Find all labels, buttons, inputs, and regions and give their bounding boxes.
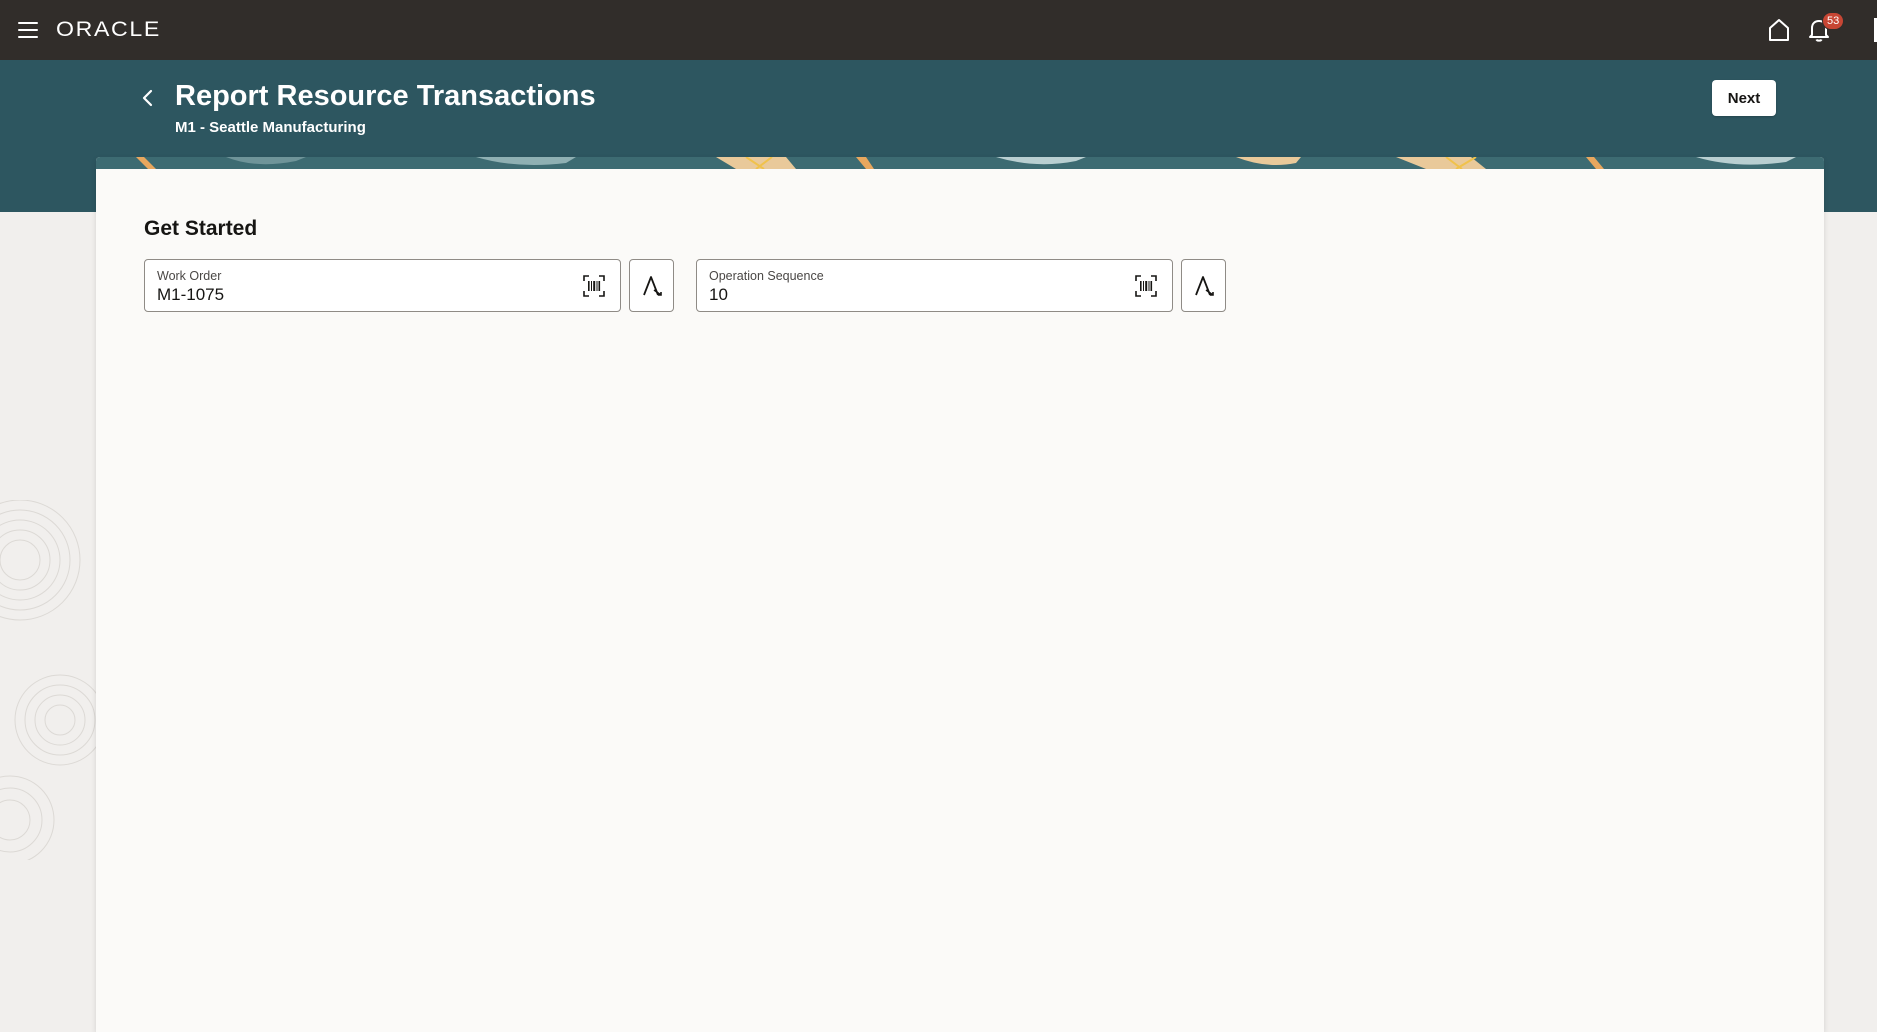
operation-sequence-input[interactable] [709,284,1109,306]
notification-count-badge: 53 [1822,12,1845,30]
home-icon[interactable] [1766,17,1792,43]
back-chevron-icon[interactable] [136,84,160,112]
next-button[interactable]: Next [1712,80,1776,116]
work-order-field[interactable]: Work Order [144,259,621,312]
barcode-scan-icon[interactable] [582,274,606,298]
text-capture-button[interactable] [1181,259,1226,312]
oracle-logo: ORACLE [56,18,161,41]
text-capture-icon [1194,275,1214,296]
barcode-scan-icon[interactable] [1134,274,1158,298]
work-order-input[interactable] [157,284,557,306]
section-title: Get Started [144,217,258,240]
page-title: Report Resource Transactions [175,80,596,112]
global-header: ORACLE 53 [0,0,1877,60]
background-texture [0,500,96,860]
page-subtitle: M1 - Seattle Manufacturing [175,119,366,136]
text-capture-button[interactable] [629,259,674,312]
operation-sequence-label: Operation Sequence [709,269,824,283]
text-capture-icon [642,275,662,296]
work-order-label: Work Order [157,269,222,283]
decorative-banner [96,157,1824,169]
operation-sequence-field[interactable]: Operation Sequence [696,259,1173,312]
menu-icon[interactable] [16,20,40,40]
content-card: Get Started Work Order Operation Sequenc… [96,157,1824,1032]
